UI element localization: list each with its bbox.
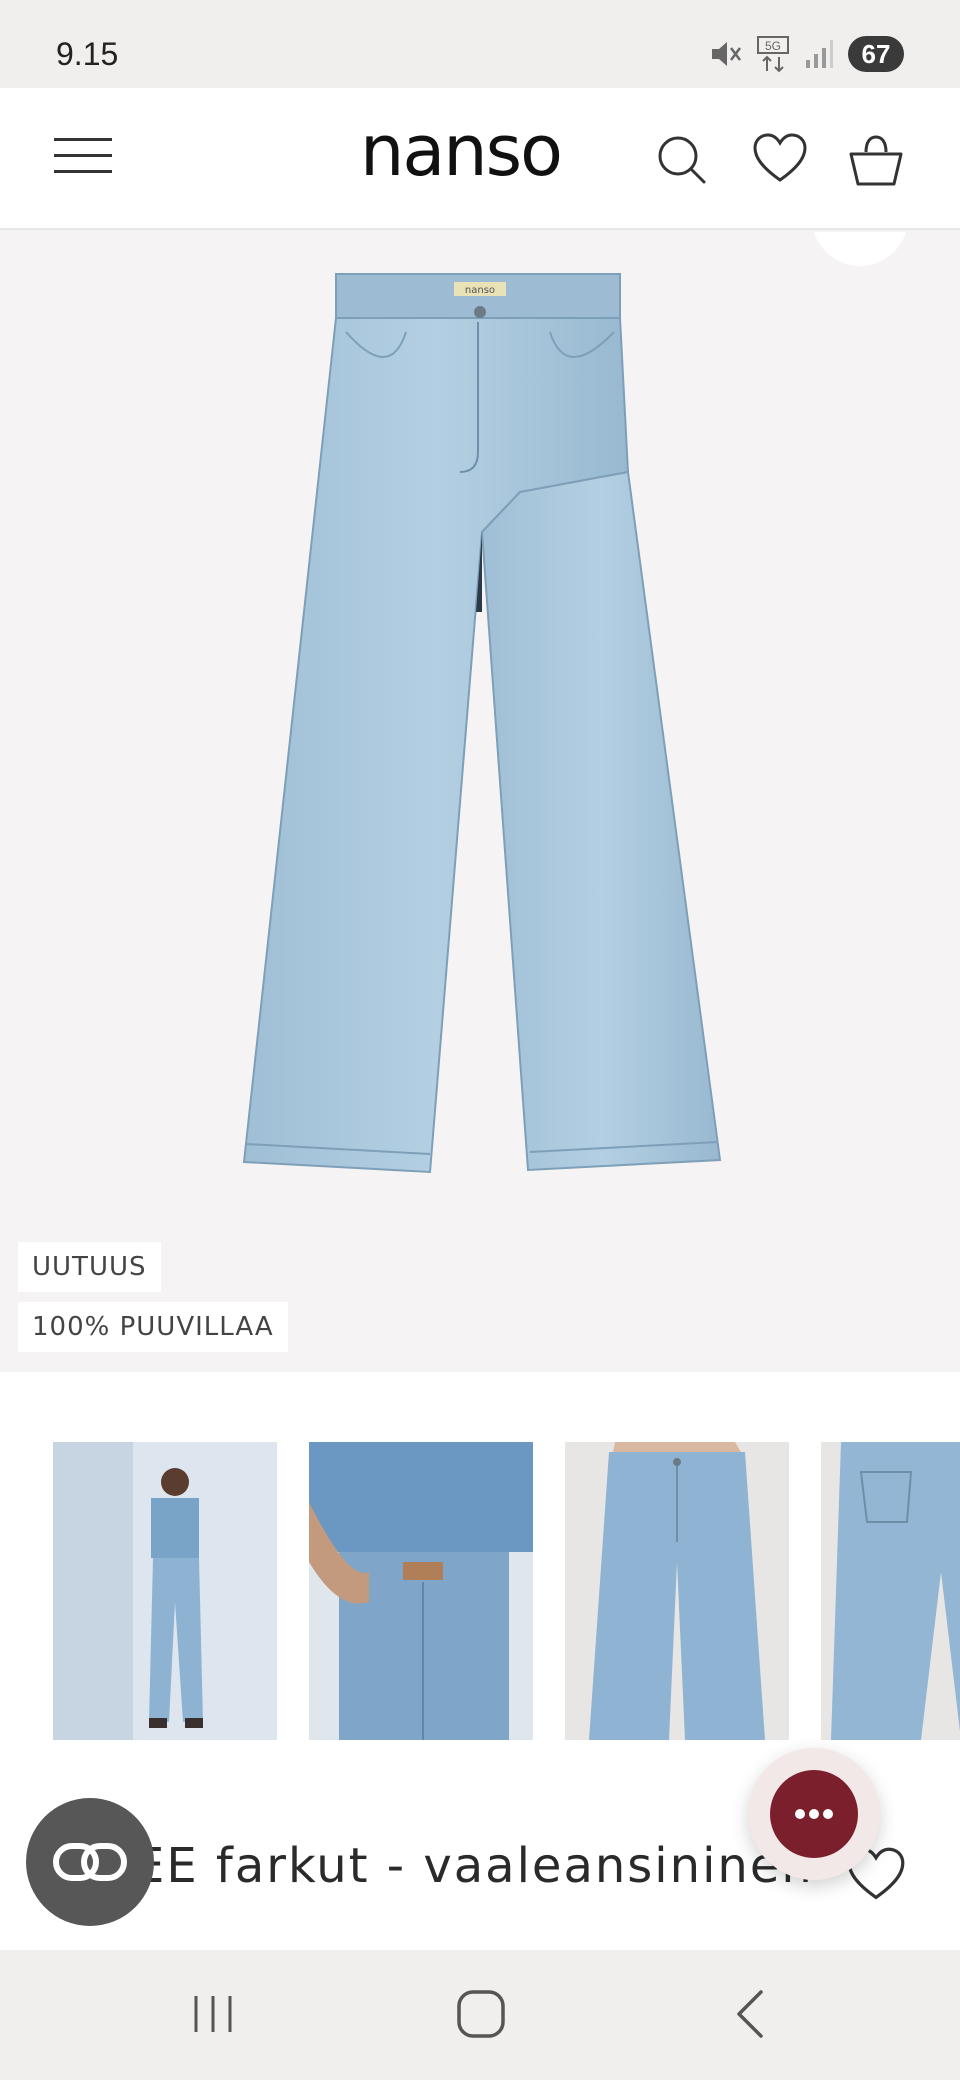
badge-new: UUTUUS <box>18 1242 161 1292</box>
product-title: EE farkut - vaaleansininen <box>134 1838 814 1894</box>
menu-icon <box>54 138 112 141</box>
status-bar: 9.15 5G 67 <box>0 0 960 88</box>
basket-icon <box>849 135 903 186</box>
jeans-image: nanso <box>242 273 722 1174</box>
toggle-icon <box>53 1843 127 1881</box>
thumbnail-image <box>565 1442 789 1740</box>
home-icon <box>457 1990 505 2038</box>
thumbnail-1[interactable] <box>53 1442 277 1740</box>
5g-icon: 5G <box>757 36 789 73</box>
search-icon <box>658 136 706 184</box>
heart-icon <box>753 133 807 182</box>
status-time: 9.15 <box>56 36 119 72</box>
system-nav-bar <box>0 1950 960 2080</box>
badge-material: 100% PUUVILLAA <box>18 1302 288 1352</box>
thumbnail-image <box>53 1442 277 1740</box>
thumbnail-4[interactable] <box>821 1442 960 1740</box>
wishlist-button[interactable] <box>752 132 808 188</box>
brand-logo[interactable]: nanso <box>360 110 563 192</box>
signal-icon <box>806 40 833 68</box>
chat-button[interactable] <box>748 1748 880 1880</box>
thumbnail-image <box>309 1442 533 1740</box>
thumbnail-3[interactable] <box>565 1442 789 1740</box>
jeans-tag-label: nanso <box>465 285 495 296</box>
hero-favorite-button[interactable] <box>812 232 908 266</box>
basket-button[interactable] <box>848 132 904 188</box>
back-icon <box>737 1990 763 2038</box>
product-hero-image[interactable]: nanso UUTUUS 100% PUUVILLAA <box>0 232 960 1370</box>
app-header: nanso <box>0 88 960 230</box>
menu-button[interactable] <box>54 136 112 176</box>
menu-icon-bar <box>54 154 112 157</box>
thumbnail-image <box>821 1442 960 1740</box>
svg-text:5G: 5G <box>765 39 781 53</box>
recent-apps-icon <box>194 1996 232 2032</box>
back-button[interactable] <box>716 1986 786 2042</box>
home-button[interactable] <box>446 1986 516 2042</box>
chat-icon <box>770 1770 858 1858</box>
battery-icon: 67 <box>848 36 904 72</box>
recent-apps-button[interactable] <box>178 1986 248 2042</box>
thumbnail-2[interactable] <box>309 1442 533 1740</box>
status-icons: 5G 67 <box>708 34 904 74</box>
search-button[interactable] <box>654 132 710 188</box>
accessibility-button[interactable] <box>26 1798 154 1926</box>
menu-icon-bar <box>54 170 112 173</box>
thumbnail-carousel[interactable] <box>0 1372 960 1752</box>
mute-icon <box>712 42 741 66</box>
